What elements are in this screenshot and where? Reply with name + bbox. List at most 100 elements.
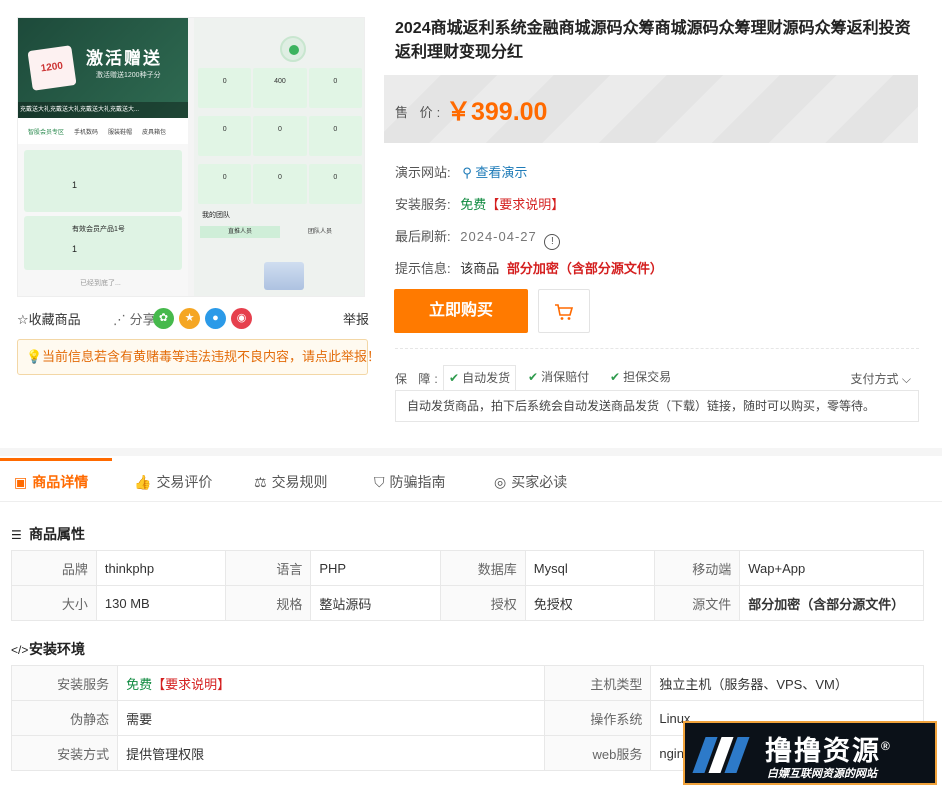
add-to-cart-button[interactable] <box>538 289 590 333</box>
active-tab-indicator <box>0 458 112 461</box>
weibo-icon[interactable]: ◉ <box>231 308 252 329</box>
env-value: 独立主机（服务器、VPS、VM） <box>650 665 924 701</box>
tab-label: 商品详情 <box>32 474 89 490</box>
registered-mark: ® <box>881 739 892 753</box>
attr-key: 规格 <box>225 585 312 621</box>
box-illustration <box>264 262 304 290</box>
table-row: 品牌 thinkphp 语言 PHP 数据库 Mysql 移动端 Wap+App <box>11 550 924 586</box>
tip-warning: 部分加密（含部分源文件） <box>506 261 663 276</box>
tab-label: 买家必读 <box>511 474 568 490</box>
stat-cell: 0 <box>198 164 252 204</box>
buy-now-button[interactable]: 立即购买 <box>394 289 528 333</box>
tab-details[interactable]: ▣ 商品详情 <box>14 472 88 492</box>
environment-heading: </>安装环境 <box>11 639 85 659</box>
payment-method-dropdown[interactable]: 支付方式 ⌵ <box>851 370 911 387</box>
stat-row: 0 400 0 <box>198 68 362 108</box>
environment-title: 安装环境 <box>29 641 85 657</box>
demo-link[interactable]: ⚲ 查看演示 <box>462 165 527 180</box>
attr-key: 源文件 <box>654 585 741 621</box>
mini-tab: 智股会员专区 <box>28 130 65 136</box>
attr-value: 130 MB <box>95 585 227 621</box>
attr-value: Mysql <box>524 550 656 586</box>
stat-cell: 0 <box>253 164 307 204</box>
tab-rules[interactable]: ⚖ 交易规则 <box>254 472 328 492</box>
banner-strip: 充戴送大礼充戴送大礼充戴送大礼充戴送大... <box>18 102 188 118</box>
refresh-label: 最后刷新: <box>395 229 451 244</box>
info-icon[interactable]: ! <box>544 234 561 250</box>
avatar <box>280 36 306 62</box>
demo-label: 演示网站: <box>395 165 451 180</box>
report-link[interactable]: 举报 <box>343 309 369 328</box>
guarantee-description: 自动发货商品，拍下后系统会自动发送商品发货（下载）链接，随时可以购买，零等待。 <box>395 390 919 422</box>
env-key: 安装服务 <box>10 665 119 701</box>
env-key: 主机类型 <box>544 665 652 701</box>
check-icon: ✔ <box>610 370 621 384</box>
guarantee-label: 保 障: <box>395 372 442 386</box>
attr-value: 免授权 <box>524 585 656 621</box>
env-value: 免费【要求说明】 <box>117 665 546 701</box>
guarantee-tab-refund[interactable]: ✔ 消保赔付 <box>523 365 594 391</box>
watermark-badge: 撸撸资源® 白嫖互联网资源的网站 <box>683 721 937 785</box>
tab-reviews[interactable]: 👍 交易评价 <box>134 472 212 492</box>
attr-key: 授权 <box>439 585 526 621</box>
price-label: 售 价: <box>395 105 445 120</box>
section-divider <box>0 448 942 456</box>
env-value: 需要 <box>117 700 546 736</box>
guarantee-tab-auto[interactable]: ✔ 自动发货 <box>443 365 517 391</box>
payment-label: 支付方式 <box>850 372 899 386</box>
guarantee-tab-escrow[interactable]: ✔ 担保交易 <box>605 365 676 391</box>
page: 1200 激活赠送 激活赠送1200种子分 充戴送大礼充戴送大礼充戴送大礼充戴送… <box>0 0 942 787</box>
env-free: 免费 <box>126 676 153 692</box>
env-note-link[interactable]: 【要求说明】 <box>152 677 230 692</box>
install-note-link[interactable]: 【要求说明】 <box>486 197 564 212</box>
promo-banner: 1200 激活赠送 激活赠送1200种子分 充戴送大礼充戴送大礼充戴送大礼充戴送… <box>18 18 188 118</box>
mini-card-title: 有效会员产品1号 <box>72 226 125 233</box>
report-notice[interactable]: 💡 当前信息若含有黄赌毒等违法违规不良内容，请点此举报！ <box>17 339 380 375</box>
tab-buyer-guide[interactable]: ◎ 买家必读 <box>494 472 567 492</box>
table-row: 大小 130 MB 规格 整站源码 授权 免授权 源文件 部分加密（含部分源文件… <box>11 585 924 621</box>
demo-link-text: 查看演示 <box>475 165 528 180</box>
attr-value: thinkphp <box>95 550 227 586</box>
mini-card-value: 1 <box>72 180 78 190</box>
qzone-icon[interactable]: ★ <box>179 308 200 329</box>
product-title: 2024商城返利系统金融商城源码众筹商城源码众筹理财源码众筹返利投资返利理财变现… <box>395 20 911 61</box>
banner-title: 激活赠送 <box>86 49 162 68</box>
search-list-icon: ☰ <box>11 528 22 542</box>
code-icon: </> <box>11 643 29 657</box>
favorite-button[interactable]: ☆收藏商品 <box>17 309 81 328</box>
tab-label: 交易评价 <box>156 474 213 490</box>
stat-cell: 0 <box>253 116 307 156</box>
refresh-date: 2024-04-27 <box>460 229 537 244</box>
check-icon: ✔ <box>528 370 539 384</box>
thumbs-up-icon: 👍 <box>134 474 152 490</box>
refresh-row: 最后刷新: 2024-04-27 ! <box>395 226 561 250</box>
product-gallery[interactable]: 1200 激活赠送 激活赠送1200种子分 充戴送大礼充戴送大礼充戴送大礼充戴送… <box>17 17 365 297</box>
banner-subtitle: 激活赠送1200种子分 <box>96 72 161 79</box>
attributes-heading: ☰ 商品属性 <box>11 524 85 544</box>
qq-icon[interactable]: ● <box>205 308 226 329</box>
demo-row: 演示网站: ⚲ 查看演示 <box>395 162 527 181</box>
tab-label: 交易规则 <box>271 474 328 490</box>
mini-tab: 手机数码 <box>74 130 99 136</box>
env-key: web服务 <box>544 735 652 771</box>
tip-row: 提示信息: 该商品 部分加密（含部分源文件） <box>395 258 663 277</box>
guarantee-text: 担保交易 <box>623 370 672 384</box>
stat-row: 0 0 0 <box>198 164 362 204</box>
wechat-icon[interactable]: ✿ <box>153 308 174 329</box>
watermark-main: 撸撸资源 <box>765 736 881 766</box>
cart-icon <box>555 303 574 320</box>
share-icon: ⋰ <box>113 312 130 327</box>
notice-text: 当前信息若含有黄赌毒等违法违规不良内容，请点此举报！ <box>42 349 381 364</box>
attr-key: 大小 <box>11 585 97 621</box>
detail-tabs: ▣ 商品详情 👍 交易评价 ⚖ 交易规则 ⛉ 防骗指南 ◎ 买家必读 <box>0 458 942 502</box>
price-value: ￥399.00 <box>446 98 548 126</box>
screenshot-left: 1200 激活赠送 激活赠送1200种子分 充戴送大礼充戴送大礼充戴送大礼充戴送… <box>18 18 188 296</box>
tab-anti-fraud[interactable]: ⛉ 防骗指南 <box>374 472 446 492</box>
scale-icon: ⚖ <box>254 474 267 490</box>
team-tab: 直推人员 <box>200 226 280 238</box>
search-icon: ⚲ <box>462 165 476 180</box>
guarantee-text: 自动发货 <box>462 371 511 385</box>
lightbulb-icon: 💡 <box>26 349 43 364</box>
chevron-down-icon: ⌵ <box>898 372 911 386</box>
stat-cell: 0 <box>308 164 362 204</box>
